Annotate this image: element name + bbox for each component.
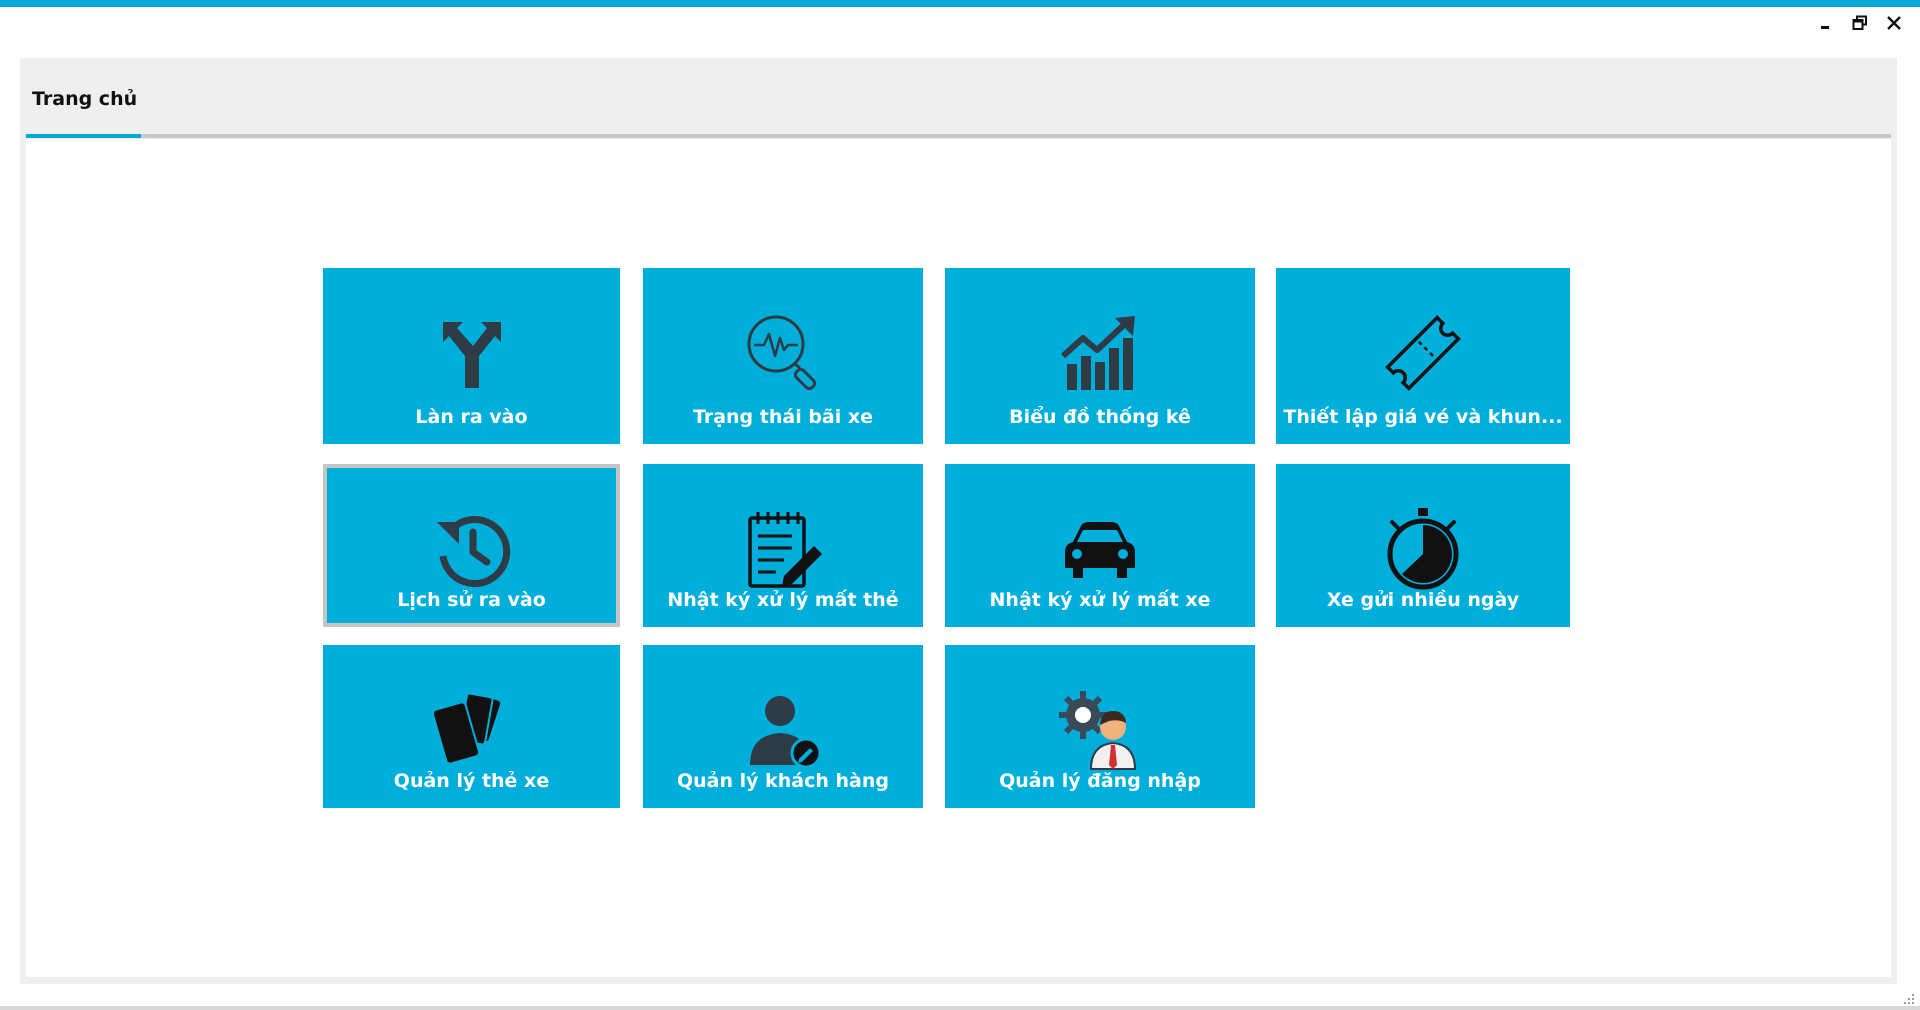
tile-label: Lịch sử ra vào: [397, 589, 546, 611]
user-edit-icon: [750, 696, 822, 769]
fork-arrow-icon: [442, 322, 501, 388]
history-clock-icon: [436, 516, 510, 588]
resize-grip-icon[interactable]: [1900, 990, 1916, 1006]
tile-quan-ly-dang-nhap[interactable]: Quản lý đăng nhập: [945, 645, 1255, 808]
tile-label: Nhật ký xử lý mất xe: [989, 589, 1211, 611]
tile-bieu-do-thong-ke[interactable]: Biểu đồ thống kê: [945, 268, 1255, 444]
tile-quan-ly-khach-hang[interactable]: Quản lý khách hàng: [643, 645, 923, 808]
tile-label: Thiết lập giá vé và khun...: [1283, 406, 1563, 428]
window-controls: [1814, 12, 1906, 34]
cards-icon: [431, 692, 500, 765]
tile-label: Nhật ký xử lý mất thẻ: [667, 589, 899, 611]
notepad-pencil-icon: [748, 512, 822, 588]
tile-label: Trạng thái bãi xe: [692, 406, 874, 428]
bar-chart-trend-icon: [1060, 316, 1135, 390]
active-tab-indicator: [26, 134, 141, 138]
tab-strip: Trang chủ: [20, 58, 1897, 138]
tile-nhat-ky-mat-xe[interactable]: Nhật ký xử lý mất xe: [945, 464, 1255, 627]
minimize-button[interactable]: [1814, 12, 1838, 34]
tile-label: Biểu đồ thống kê: [1009, 406, 1191, 428]
car-icon: [1065, 522, 1135, 578]
tile-trang-thai-bai-xe[interactable]: Trạng thái bãi xe: [643, 268, 923, 444]
tile-label: Quản lý khách hàng: [676, 770, 889, 792]
window-bottom-border: [0, 1006, 1920, 1010]
ticket-icon: [1385, 315, 1461, 391]
tile-quan-ly-the-xe[interactable]: Quản lý thẻ xe: [323, 645, 620, 808]
tile-thiet-lap-gia-ve[interactable]: Thiết lập giá vé và khun...: [1276, 268, 1570, 444]
tile-label: Làn ra vào: [415, 406, 528, 428]
close-icon: [1887, 16, 1901, 30]
home-content: Làn ra vào Trạng thái bãi xe Biểu đồ thố…: [26, 139, 1891, 977]
stopwatch-icon: [1387, 508, 1459, 590]
tile-lich-su-ra-vao[interactable]: Lịch sử ra vào: [323, 464, 620, 627]
title-accent-bar: [0, 0, 1920, 7]
tile-label: Quản lý thẻ xe: [393, 770, 550, 792]
restore-button[interactable]: [1848, 12, 1872, 34]
tile-label: Quản lý đăng nhập: [999, 770, 1201, 792]
minimize-icon: [1821, 26, 1829, 29]
pulse-search-icon: [747, 315, 817, 391]
close-button[interactable]: [1882, 12, 1906, 34]
tile-lan-ra-vao[interactable]: Làn ra vào: [323, 268, 620, 444]
tile-xe-gui-nhieu-ngay[interactable]: Xe gửi nhiều ngày: [1276, 464, 1570, 627]
tab-label: Trang chủ: [32, 88, 138, 110]
main-frame: Trang chủ Làn ra vào Trạng thái bãi xe B…: [20, 58, 1897, 984]
tab-trang-chu[interactable]: Trang chủ: [26, 88, 141, 136]
tile-label: Xe gửi nhiều ngày: [1326, 589, 1520, 611]
restore-icon: [1852, 15, 1867, 30]
admin-gear-icon: [1059, 691, 1137, 770]
tile-nhat-ky-mat-the[interactable]: Nhật ký xử lý mất thẻ: [643, 464, 923, 627]
tab-divider: [141, 134, 1891, 138]
